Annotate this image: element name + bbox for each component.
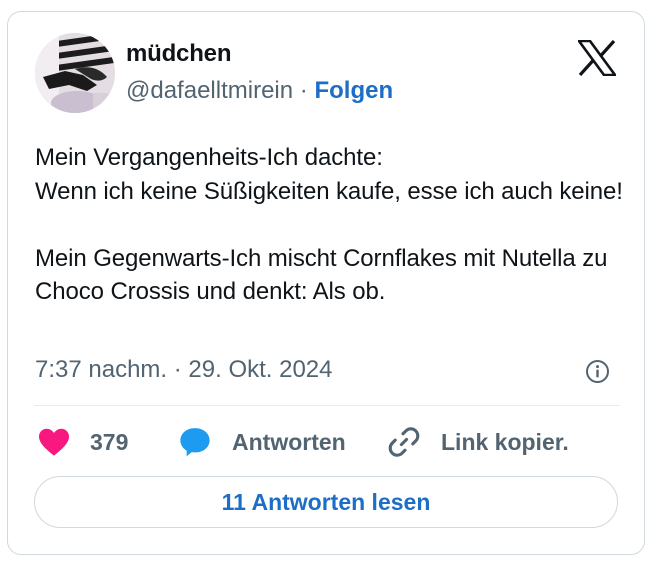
- tweet-embed-card: müdchen @dafaelltmirein · Folgen Mein Ve…: [7, 11, 645, 555]
- like-count: 379: [90, 428, 129, 455]
- info-icon[interactable]: [585, 359, 610, 384]
- author-handle-line: @dafaelltmirein · Folgen: [126, 77, 393, 105]
- avatar-image: [35, 33, 115, 113]
- handle-separator: ·: [299, 77, 308, 104]
- tweet-timestamp[interactable]: 7:37 nachm. · 29. Okt. 2024: [35, 356, 333, 384]
- avatar[interactable]: [35, 33, 115, 113]
- copy-link-label: Link kopier.: [441, 428, 569, 455]
- heart-icon: [39, 428, 69, 456]
- author-handle[interactable]: @dafaelltmirein: [126, 77, 293, 104]
- speech-bubble-icon: [180, 428, 210, 457]
- divider: [34, 405, 620, 406]
- tweet-text: Mein Vergangenheits-Ich dachte: Wenn ich…: [35, 144, 623, 305]
- read-replies-button[interactable]: 11 Antworten lesen: [34, 476, 618, 528]
- link-icon: [388, 427, 420, 457]
- like-button[interactable]: 379: [37, 424, 128, 460]
- author-name[interactable]: müdchen: [126, 40, 231, 68]
- copy-link-button[interactable]: Link kopier.: [387, 424, 569, 460]
- follow-link[interactable]: Folgen: [314, 77, 393, 104]
- reply-label: Antworten: [232, 428, 346, 455]
- x-logo-icon[interactable]: [576, 39, 618, 77]
- reply-button[interactable]: Antworten: [178, 424, 346, 460]
